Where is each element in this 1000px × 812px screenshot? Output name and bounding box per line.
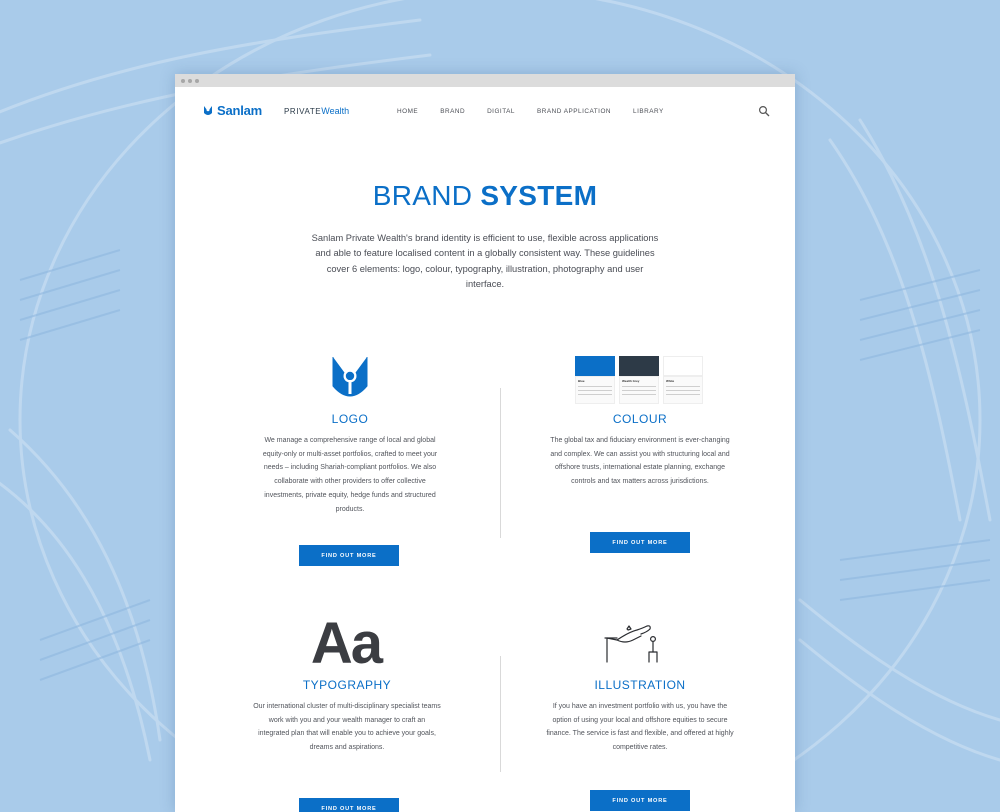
nav-item-digital[interactable]: DIGITAL (487, 108, 515, 115)
card-body: We manage a comprehensive range of local… (262, 437, 438, 513)
find-out-more-button[interactable]: FIND OUT MORE (590, 790, 690, 811)
sub-brand-prefix: PRIVATE (284, 107, 322, 116)
window-dot (188, 78, 192, 83)
illustration-card: ILLUSTRATION If you have an investment p… (540, 678, 740, 755)
private-wealth-label: PRIVATEWealth (284, 106, 349, 116)
window-dot (195, 78, 199, 83)
colour-swatch-grey: Wealth Grey (619, 356, 659, 404)
swatch-label: White (666, 379, 675, 383)
window-dot (181, 78, 185, 83)
card-heading: LOGO (331, 412, 369, 426)
main-menu: HOME BRAND DIGITAL BRAND APPLICATION LIB… (397, 108, 686, 115)
find-out-more-button[interactable]: FIND OUT MORE (590, 532, 690, 553)
nav-item-home[interactable]: HOME (397, 108, 418, 115)
sanlam-shield-icon (204, 105, 212, 115)
sub-brand-suffix: Wealth (321, 106, 350, 116)
swatch-label: Wealth Grey (622, 379, 640, 383)
intro-paragraph: Sanlam Private Wealth's brand identity i… (311, 233, 659, 289)
nav-item-brand-application[interactable]: BRAND APPLICATION (537, 108, 611, 115)
browser-window: Sanlam PRIVATEWealth HOME BRAND DIGITAL … (175, 74, 795, 812)
colour-card: COLOUR The global tax and fiduciary envi… (540, 412, 740, 489)
find-out-more-button[interactable]: FIND OUT MORE (299, 545, 399, 566)
typography-sample: Aa (310, 611, 383, 676)
page-title-light: BRAND (372, 180, 473, 211)
card-heading: COLOUR (612, 412, 668, 426)
top-nav: Sanlam PRIVATEWealth HOME BRAND DIGITAL … (175, 87, 795, 137)
search-icon[interactable] (758, 105, 770, 117)
card-body: If you have an investment portfolio with… (546, 703, 734, 752)
card-body: The global tax and fiduciary environment… (550, 437, 730, 486)
column-divider (500, 656, 501, 772)
card-heading: TYPOGRAPHY (302, 678, 392, 692)
colour-swatch-blue: Blue (575, 356, 615, 404)
logo-card: LOGO We manage a comprehensive range of … (250, 412, 450, 516)
nav-item-library[interactable]: LIBRARY (633, 108, 664, 115)
colour-swatch-white: White (663, 356, 703, 404)
typography-card: TYPOGRAPHY Our international cluster of … (247, 678, 447, 755)
column-divider (500, 388, 501, 538)
card-heading: ILLUSTRATION (594, 678, 686, 692)
hand-illustration-icon (604, 625, 658, 663)
sanlam-shield-icon (332, 357, 368, 397)
page-title: BRAND SYSTEM (175, 180, 795, 212)
card-body: Our international cluster of multi-disci… (253, 703, 441, 752)
swatch-label: Blue (578, 379, 585, 383)
find-out-more-button[interactable]: FIND OUT MORE (299, 798, 399, 812)
nav-item-brand[interactable]: BRAND (440, 108, 465, 115)
brand-name: Sanlam (217, 103, 263, 118)
window-titlebar (175, 74, 795, 87)
page-title-bold: SYSTEM (480, 180, 598, 211)
sanlam-logo[interactable]: Sanlam (202, 103, 262, 118)
